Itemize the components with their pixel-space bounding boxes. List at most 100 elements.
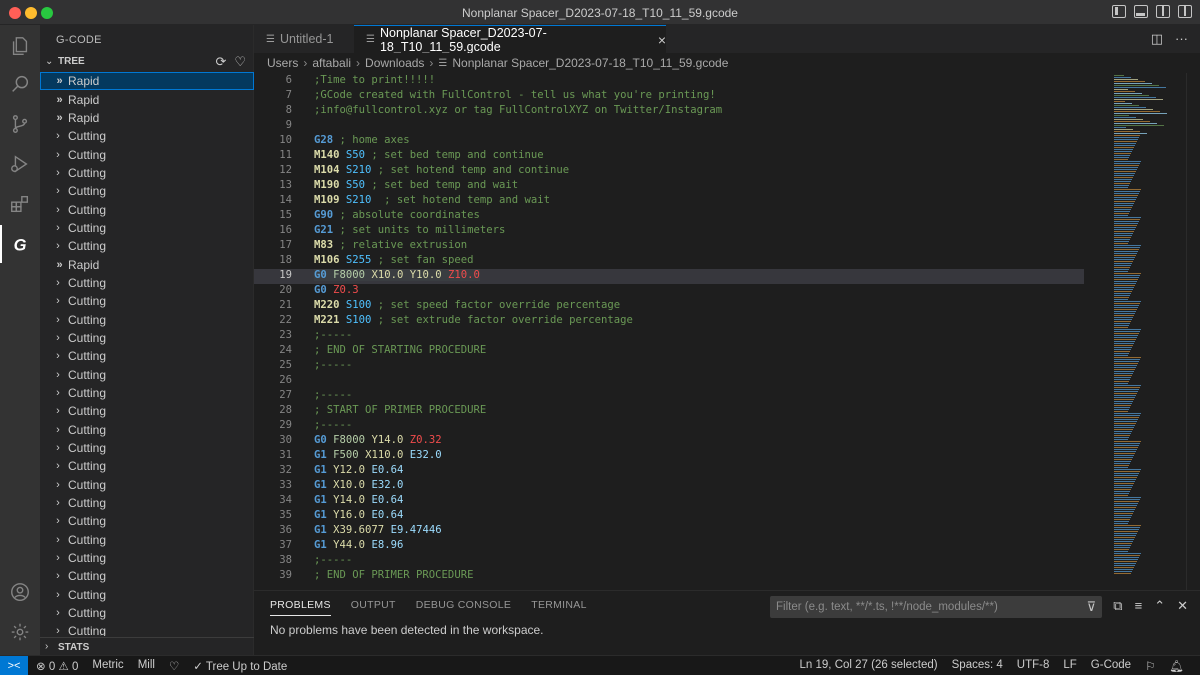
code-line[interactable]: 18 M106 S255 ; set fan speed [254,254,1084,269]
code-line[interactable]: 28 ; START OF PRIMER PROCEDURE [254,404,1084,419]
tree-item-cutting[interactable]: › Cutting [40,476,254,494]
code-line[interactable]: 21 M220 S100 ; set speed factor override … [254,299,1084,314]
explorer-icon[interactable] [0,27,40,65]
code-line[interactable]: 14 M109 S210 ; set hotend temp and wait [254,194,1084,209]
code-line[interactable]: 34 G1 Y14.0 E0.64 [254,494,1084,509]
code-line[interactable]: 37 G1 Y44.0 E8.96 [254,539,1084,554]
code-line[interactable]: 10 G28 ; home axes [254,134,1084,149]
tree-item-cutting[interactable]: › Cutting [40,329,254,347]
code-line[interactable]: 36 G1 X39.6077 E9.47446 [254,524,1084,539]
tree-item-cutting[interactable]: › Cutting [40,567,254,585]
tree-item-cutting[interactable]: › Cutting [40,402,254,420]
tree-item-cutting[interactable]: › Cutting [40,512,254,530]
tree-item-cutting[interactable]: › Cutting [40,421,254,439]
tree-item-cutting[interactable]: › Cutting [40,219,254,237]
code-line[interactable]: 29 ;----- [254,419,1084,434]
tab-untitled[interactable]: ☰ Untitled-1 [254,25,354,53]
tree-item-cutting[interactable]: › Cutting [40,439,254,457]
code-line[interactable]: 8 ;info@fullcontrol.xyz or tag FullContro… [254,104,1084,119]
code-line[interactable]: 15 G90 ; absolute coordinates [254,209,1084,224]
language-mode[interactable]: G-Code [1091,659,1131,673]
code-line[interactable]: 31 G1 F500 X110.0 E32.0 [254,449,1084,464]
manage-gear-icon[interactable] [0,613,40,651]
tab-output[interactable]: OUTPUT [351,599,396,616]
tree-item-cutting[interactable]: › Cutting [40,274,254,292]
tree-item-cutting[interactable]: › Cutting [40,531,254,549]
extensions-icon[interactable] [0,185,40,223]
problems-filter-input[interactable]: Filter (e.g. text, **/*.ts, !**/node_mod… [770,596,1102,618]
tree-item-rapid[interactable]: » Rapid [40,109,254,127]
tree-item-cutting[interactable]: › Cutting [40,237,254,255]
code-line[interactable]: 38 ;----- [254,554,1084,569]
code-line[interactable]: 11 M140 S50 ; set bed temp and continue [254,149,1084,164]
code-line[interactable]: 6 ;Time to print!!!!! [254,74,1084,89]
view-as-list-icon[interactable]: ≡ [1135,598,1143,614]
code-line[interactable]: 20 G0 Z0.3 [254,284,1084,299]
tree-section-header[interactable]: ⌄ TREE ⟳ ♡ [40,53,254,71]
split-editor-icon[interactable]: ◫ [1151,31,1163,47]
more-actions-icon[interactable]: ··· [1175,31,1188,47]
breadcrumb-item[interactable]: Downloads [365,56,424,70]
tree-item-cutting[interactable]: › Cutting [40,586,254,604]
tree-item-cutting[interactable]: › Cutting [40,549,254,567]
code-line[interactable]: 19 G0 F8000 X10.0 Y10.0 Z10.0 [254,269,1084,284]
toggle-primary-sidebar-icon[interactable] [1112,5,1126,18]
code-editor[interactable]: 6 ;Time to print!!!!! 7 ;GCode created with… [254,73,1200,590]
mode-status[interactable]: Mill [138,659,155,673]
code-line[interactable]: 35 G1 Y16.0 E0.64 [254,509,1084,524]
feedback-icon[interactable]: ⚐ [1145,659,1155,673]
code-line[interactable]: 39 ; END OF PRIMER PROCEDURE [254,569,1084,584]
tree-item-cutting[interactable]: › Cutting [40,127,254,145]
tree-item-rapid[interactable]: » Rapid [40,72,254,91]
breadcrumb-item[interactable]: Nonplanar Spacer_D2023-07-18_T10_11_59.g… [452,56,728,70]
gcode-extension-icon[interactable]: G [0,225,40,263]
tab-debug-console[interactable]: DEBUG CONSOLE [416,599,512,616]
search-icon[interactable] [0,65,40,103]
filter-icon[interactable]: ⊽ [1086,599,1096,615]
code-line[interactable]: 26 [254,374,1084,389]
tree-item-cutting[interactable]: › Cutting [40,164,254,182]
tree-item-cutting[interactable]: › Cutting [40,604,254,622]
code-line[interactable]: 33 G1 X10.0 E32.0 [254,479,1084,494]
problems-status[interactable]: ⊗ 0 ⚠ 0 [36,659,78,673]
heart-icon[interactable]: ♡ [169,659,179,673]
breadcrumb-item[interactable]: aftabali [312,56,351,70]
tree-item-cutting[interactable]: › Cutting [40,292,254,310]
breadcrumb-item[interactable]: Users [267,56,298,70]
stats-section-header[interactable]: › STATS [40,637,254,655]
collapse-all-icon[interactable]: ⧉ [1113,598,1122,614]
code-line[interactable]: 30 G0 F8000 Y14.0 Z0.32 [254,434,1084,449]
tree-item-cutting[interactable]: › Cutting [40,200,254,218]
code-line[interactable]: 25 ;----- [254,359,1084,374]
code-line[interactable]: 13 M190 S50 ; set bed temp and wait [254,179,1084,194]
heart-icon[interactable]: ♡ [234,54,246,70]
tree-item-cutting[interactable]: › Cutting [40,494,254,512]
encoding-status[interactable]: UTF-8 [1017,659,1050,673]
tree-item-cutting[interactable]: › Cutting [40,310,254,328]
indentation-status[interactable]: Spaces: 4 [952,659,1003,673]
tree-item-cutting[interactable]: › Cutting [40,457,254,475]
tree-item-cutting[interactable]: › Cutting [40,622,254,636]
tab-problems[interactable]: PROBLEMS [270,599,331,616]
tree-item-cutting[interactable]: › Cutting [40,366,254,384]
tree-item-cutting[interactable]: › Cutting [40,347,254,365]
tab-gcode-file[interactable]: ☰ Nonplanar Spacer_D2023-07-18_T10_11_59… [354,25,666,54]
code-line[interactable]: 24 ; END OF STARTING PROCEDURE [254,344,1084,359]
tree-item-cutting[interactable]: › Cutting [40,384,254,402]
code-line[interactable]: 27 ;----- [254,389,1084,404]
toggle-panel-icon[interactable] [1134,5,1148,18]
cursor-position[interactable]: Ln 19, Col 27 (26 selected) [800,659,938,673]
close-panel-icon[interactable]: ✕ [1177,598,1188,614]
code-line[interactable]: 23 ;----- [254,329,1084,344]
notifications-bell-icon[interactable]: 🔔︎ [1169,659,1184,673]
code-line[interactable]: 7 ;GCode created with FullControl - tell … [254,89,1084,104]
tab-terminal[interactable]: TERMINAL [531,599,587,616]
refresh-icon[interactable]: ⟳ [215,54,226,70]
toggle-secondary-sidebar-icon[interactable] [1156,5,1170,18]
code-line[interactable]: 9 [254,119,1084,134]
close-tab-icon[interactable]: × [658,32,666,48]
code-line[interactable]: 32 G1 Y12.0 E0.64 [254,464,1084,479]
eol-status[interactable]: LF [1063,659,1076,673]
tree-status[interactable]: ✓ Tree Up to Date [193,659,287,673]
run-debug-icon[interactable] [0,145,40,183]
